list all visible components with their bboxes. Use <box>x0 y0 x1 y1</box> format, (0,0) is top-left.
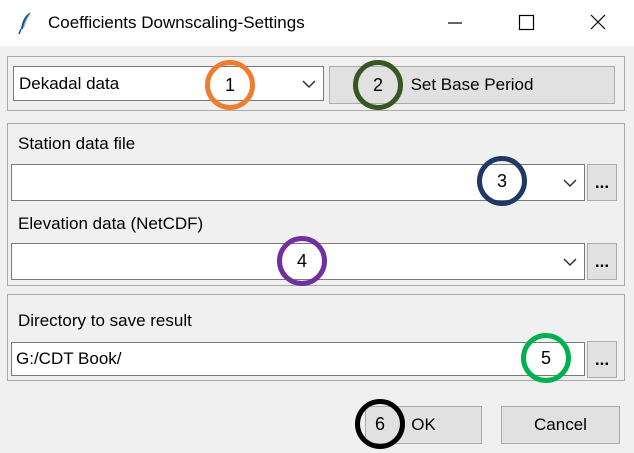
directory-label: Directory to save result <box>18 311 192 330</box>
cancel-label: Cancel <box>534 415 587 434</box>
chevron-down-icon <box>563 178 577 187</box>
cancel-button[interactable]: Cancel <box>501 406 620 444</box>
chevron-down-icon <box>563 257 577 266</box>
elevation-browse-button[interactable]: ... <box>587 243 617 280</box>
minimize-button[interactable] <box>432 0 478 46</box>
station-browse-button[interactable]: ... <box>587 164 617 201</box>
marker-6: 6 <box>355 399 405 449</box>
data-type-panel: Dekadal data Set Base Period <box>7 56 625 111</box>
marker-2: 2 <box>353 60 403 110</box>
elevation-data-label: Elevation data (NetCDF) <box>18 214 204 233</box>
feather-icon <box>18 12 31 35</box>
marker-4: 4 <box>277 236 327 286</box>
marker-1: 1 <box>205 60 255 110</box>
ok-label: OK <box>411 415 436 434</box>
directory-browse-button[interactable]: ... <box>587 341 617 378</box>
chevron-down-icon <box>302 79 316 88</box>
close-button[interactable] <box>575 0 621 46</box>
maximize-button[interactable] <box>503 0 549 46</box>
set-base-period-label: Set Base Period <box>410 75 534 94</box>
data-type-value: Dekadal data <box>19 73 120 93</box>
marker-5: 5 <box>521 333 571 383</box>
maximize-icon <box>518 14 535 31</box>
directory-value: G:/CDT Book/ <box>16 349 122 368</box>
directory-input[interactable]: G:/CDT Book/ <box>11 342 585 376</box>
data-type-select[interactable]: Dekadal data <box>13 66 324 101</box>
window-title: Coefficients Downscaling-Settings <box>48 13 305 32</box>
close-icon <box>590 14 606 30</box>
minimize-icon <box>448 22 462 24</box>
station-data-label: Station data file <box>18 134 136 153</box>
marker-3: 3 <box>477 156 527 206</box>
title-bar[interactable]: Coefficients Downscaling-Settings <box>0 0 634 46</box>
